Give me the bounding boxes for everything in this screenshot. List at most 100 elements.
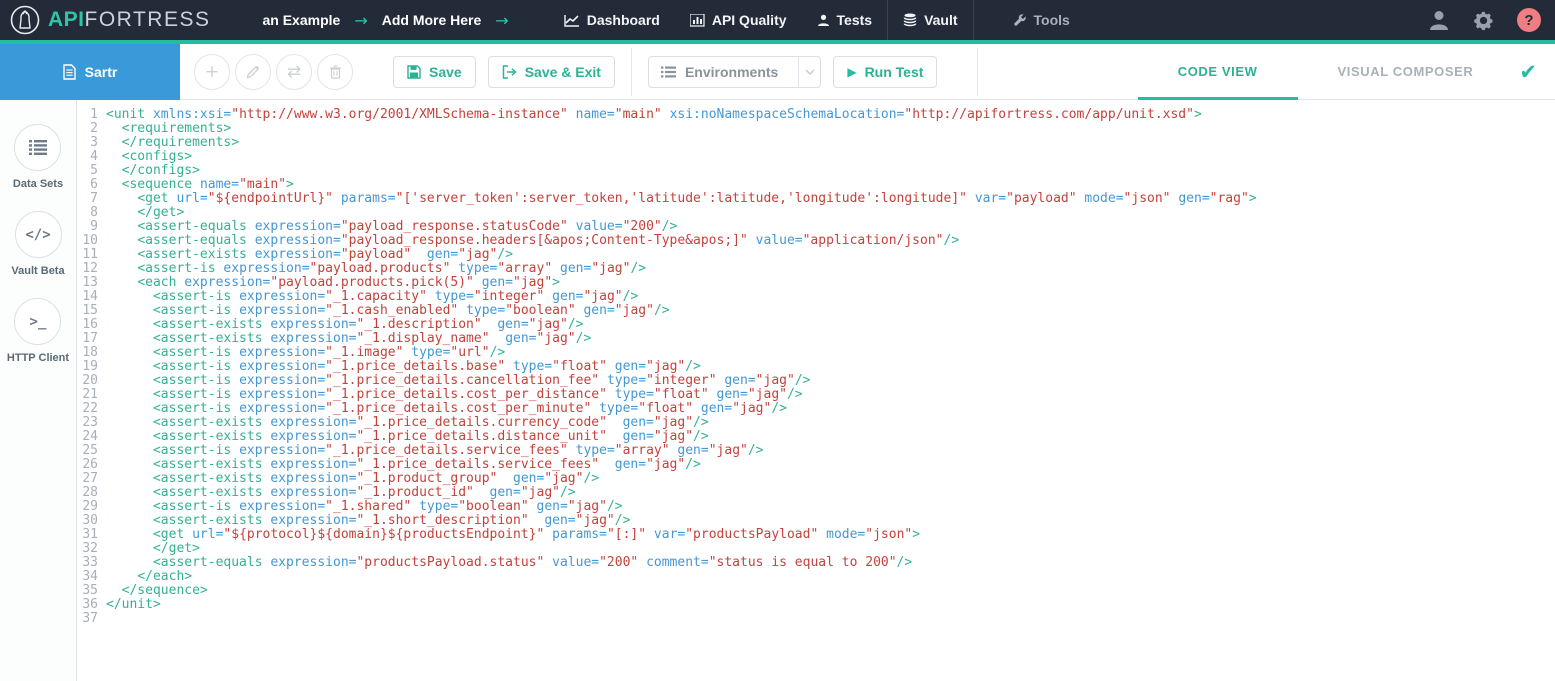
main-nav: Dashboard API Quality Tests	[549, 0, 1085, 40]
save-button[interactable]: Save	[393, 56, 476, 88]
nav-label: Dashboard	[587, 12, 660, 28]
code-area[interactable]: <unit xmlns:xsi="http://www.w3.org/2001/…	[103, 108, 1555, 681]
code-line[interactable]: <assert-exists expression="payload" gen=…	[106, 248, 1555, 262]
save-label: Save	[429, 64, 462, 80]
user-account-icon[interactable]	[1428, 9, 1450, 31]
code-line[interactable]: <assert-is expression="_1.capacity" type…	[106, 290, 1555, 304]
code-line[interactable]: <assert-exists expression="_1.descriptio…	[106, 318, 1555, 332]
code-line[interactable]: <assert-is expression="_1.image" type="u…	[106, 346, 1555, 360]
nav-label: API Quality	[712, 12, 787, 28]
breadcrumb-item-test[interactable]: Add More Here	[382, 12, 482, 28]
nav-item-api-quality[interactable]: API Quality	[675, 0, 802, 40]
settings-gear-icon[interactable]	[1472, 9, 1495, 32]
environments-caret[interactable]	[798, 56, 820, 88]
code-line[interactable]: <assert-exists expression="_1.price_deta…	[106, 458, 1555, 472]
nav-item-dashboard[interactable]: Dashboard	[549, 0, 675, 40]
active-test-name: Sartr	[85, 64, 118, 80]
sidebar-item-http-client[interactable]: >_ HTTP Client	[7, 298, 69, 364]
code-line[interactable]: </requirements>	[106, 136, 1555, 150]
code-line[interactable]: </unit>	[106, 598, 1555, 612]
line-number: 1	[77, 108, 98, 122]
line-chart-icon	[564, 14, 580, 27]
code-line[interactable]: <get url="${protocol}${domain}${products…	[106, 528, 1555, 542]
nav-item-tools[interactable]: Tools	[998, 0, 1085, 40]
code-line[interactable]: <assert-is expression="payload.products"…	[106, 262, 1555, 276]
code-line[interactable]: </get>	[106, 542, 1555, 556]
code-line[interactable]: <assert-is expression="_1.price_details.…	[106, 444, 1555, 458]
code-line[interactable]: </each>	[106, 570, 1555, 584]
sidebar-item-vault-beta[interactable]: </> Vault Beta	[11, 211, 64, 277]
code-line[interactable]: <assert-equals expression="productsPaylo…	[106, 556, 1555, 570]
logo-text-light: FORTRESS	[85, 8, 211, 32]
code-line[interactable]: <assert-equals expression="payload_respo…	[106, 234, 1555, 248]
code-line[interactable]: <sequence name="main">	[106, 178, 1555, 192]
play-icon: ▶	[847, 65, 856, 79]
code-line[interactable]: <assert-is expression="_1.price_details.…	[106, 402, 1555, 416]
line-number: 24	[77, 430, 98, 444]
code-line[interactable]: <requirements>	[106, 122, 1555, 136]
code-line[interactable]: </configs>	[106, 164, 1555, 178]
line-number: 22	[77, 402, 98, 416]
nav-item-tests[interactable]: Tests	[802, 0, 888, 40]
transfer-arrows-icon: ⇄	[287, 62, 301, 82]
line-number: 15	[77, 304, 98, 318]
apifortress-owl-icon	[10, 5, 40, 35]
wrench-icon	[1013, 13, 1027, 27]
add-button[interactable]: +	[194, 54, 230, 90]
line-number: 34	[77, 570, 98, 584]
line-number: 10	[77, 234, 98, 248]
code-line[interactable]: <assert-exists expression="_1.short_desc…	[106, 514, 1555, 528]
pencil-icon	[246, 65, 260, 79]
breadcrumb: an Example → Add More Here →	[262, 11, 522, 30]
line-number: 23	[77, 416, 98, 430]
sidebar-item-label: Data Sets	[13, 178, 63, 190]
code-editor[interactable]: 1234567891011121314151617181920212223242…	[77, 100, 1555, 681]
code-line[interactable]: <assert-is expression="_1.price_details.…	[106, 374, 1555, 388]
delete-button[interactable]	[317, 54, 353, 90]
validate-check-icon[interactable]: ✔	[1519, 60, 1537, 84]
line-number: 2	[77, 122, 98, 136]
line-number: 26	[77, 458, 98, 472]
code-line[interactable]: <assert-exists expression="_1.product_id…	[106, 486, 1555, 500]
code-line[interactable]: <assert-is expression="_1.shared" type="…	[106, 500, 1555, 514]
line-number: 16	[77, 318, 98, 332]
code-line[interactable]: <assert-exists expression="_1.display_na…	[106, 332, 1555, 346]
line-number: 5	[77, 164, 98, 178]
code-line[interactable]: <unit xmlns:xsi="http://www.w3.org/2001/…	[106, 108, 1555, 122]
code-line[interactable]: <assert-equals expression="payload_respo…	[106, 220, 1555, 234]
code-line[interactable]: <assert-is expression="_1.cash_enabled" …	[106, 304, 1555, 318]
tab-code-view[interactable]: CODE VIEW	[1138, 44, 1298, 100]
save-exit-button[interactable]: Save & Exit	[488, 56, 615, 88]
environments-dropdown[interactable]: Environments	[648, 56, 821, 88]
code-line[interactable]: </sequence>	[106, 584, 1555, 598]
nav-separator	[973, 0, 974, 40]
code-line[interactable]: <assert-exists expression="_1.price_deta…	[106, 430, 1555, 444]
bar-chart-icon	[690, 14, 705, 27]
code-line[interactable]: <assert-exists expression="_1.product_gr…	[106, 472, 1555, 486]
toolbar-divider	[631, 48, 632, 96]
code-line[interactable]: <each expression="payload.products.pick(…	[106, 276, 1555, 290]
code-line[interactable]: <assert-is expression="_1.price_details.…	[106, 388, 1555, 402]
transfer-button[interactable]: ⇄	[276, 54, 312, 90]
code-line[interactable]: <assert-is expression="_1.price_details.…	[106, 360, 1555, 374]
line-number: 35	[77, 584, 98, 598]
sidebar-item-data-sets[interactable]: Data Sets	[13, 124, 63, 190]
edit-button[interactable]	[235, 54, 271, 90]
line-number: 31	[77, 528, 98, 542]
code-line[interactable]: </get>	[106, 206, 1555, 220]
code-line[interactable]	[106, 612, 1555, 626]
line-number: 9	[77, 220, 98, 234]
apifortress-logo[interactable]: API FORTRESS	[0, 5, 210, 35]
topbar-right-controls: ?	[1428, 8, 1555, 32]
help-icon[interactable]: ?	[1517, 8, 1541, 32]
code-line[interactable]: <get url="${endpointUrl}" params="['serv…	[106, 192, 1555, 206]
active-test-tab[interactable]: Sartr	[0, 44, 180, 100]
line-number-gutter: 1234567891011121314151617181920212223242…	[77, 108, 103, 681]
run-test-button[interactable]: ▶ Run Test	[833, 56, 937, 88]
code-line[interactable]: <configs>	[106, 150, 1555, 164]
code-line[interactable]: <assert-exists expression="_1.price_deta…	[106, 416, 1555, 430]
nav-item-vault[interactable]: Vault	[888, 0, 972, 40]
breadcrumb-item-project[interactable]: an Example	[262, 12, 340, 28]
tab-visual-composer[interactable]: VISUAL COMPOSER	[1298, 44, 1514, 100]
line-number: 7	[77, 192, 98, 206]
